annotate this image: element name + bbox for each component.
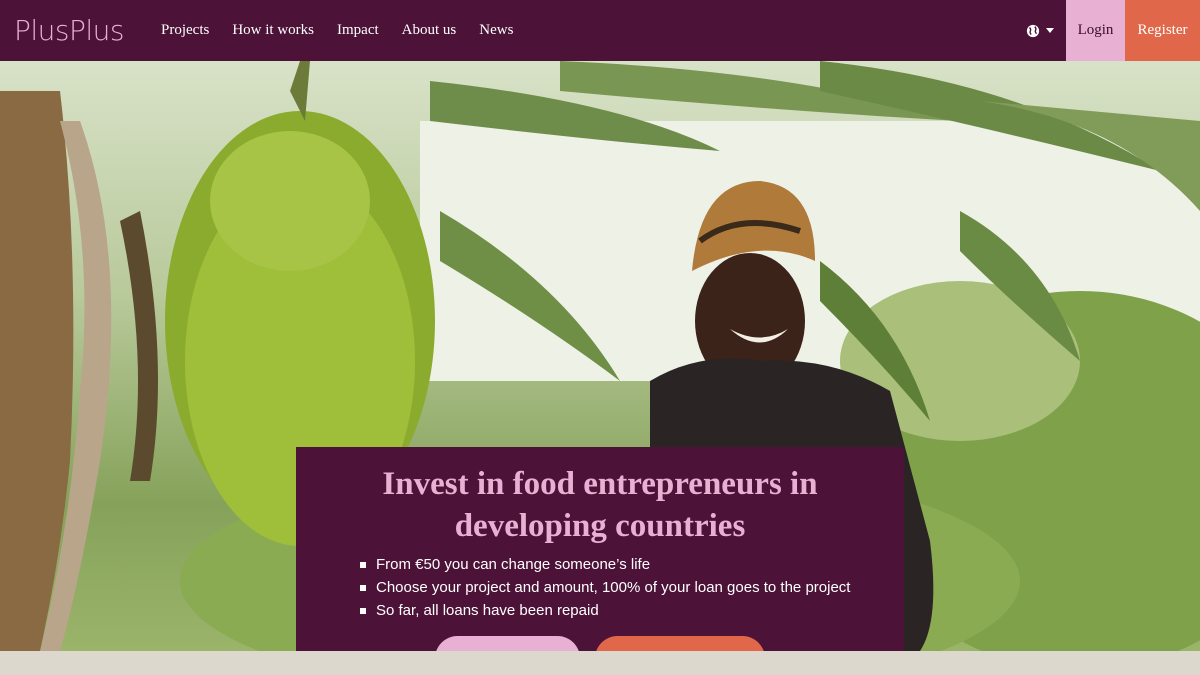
globe-icon [1026, 24, 1040, 37]
hero-benefits-list: From €50 you can change someone’s life C… [358, 553, 850, 622]
chevron-down-icon [1046, 28, 1054, 33]
nav-item-news[interactable]: News [479, 22, 513, 39]
main-nav: Projects How it works Impact About us Ne… [161, 22, 536, 39]
login-button[interactable]: Login [1066, 0, 1125, 61]
hero-title: Invest in food entrepreneurs in developi… [382, 466, 818, 544]
top-navbar: PlusPlus Projects How it works Impact Ab… [0, 0, 1200, 61]
register-button[interactable]: Register [1125, 0, 1200, 61]
brand-logo[interactable]: PlusPlus [14, 14, 149, 47]
hero-panel: Invest in food entrepreneurs in developi… [296, 447, 904, 651]
discover-projects-button[interactable]: Discover projects [595, 636, 765, 651]
benefit-item: Choose your project and amount, 100% of … [358, 576, 850, 599]
nav-item-about-us[interactable]: About us [402, 22, 457, 39]
benefit-item: So far, all loans have been repaid [358, 599, 850, 622]
nav-item-projects[interactable]: Projects [161, 22, 209, 39]
nav-actions: Login Register [1026, 0, 1200, 61]
hero-banner: Invest in food entrepreneurs in developi… [0, 61, 1200, 651]
nav-item-impact[interactable]: Impact [337, 22, 379, 39]
nav-item-how-it-works[interactable]: How it works [232, 22, 314, 39]
page-footer-strip [0, 651, 1200, 675]
benefit-item: From €50 you can change someone’s life [358, 553, 850, 576]
language-selector[interactable] [1026, 0, 1066, 61]
stay-informed-button[interactable]: Stay informed [435, 636, 580, 651]
